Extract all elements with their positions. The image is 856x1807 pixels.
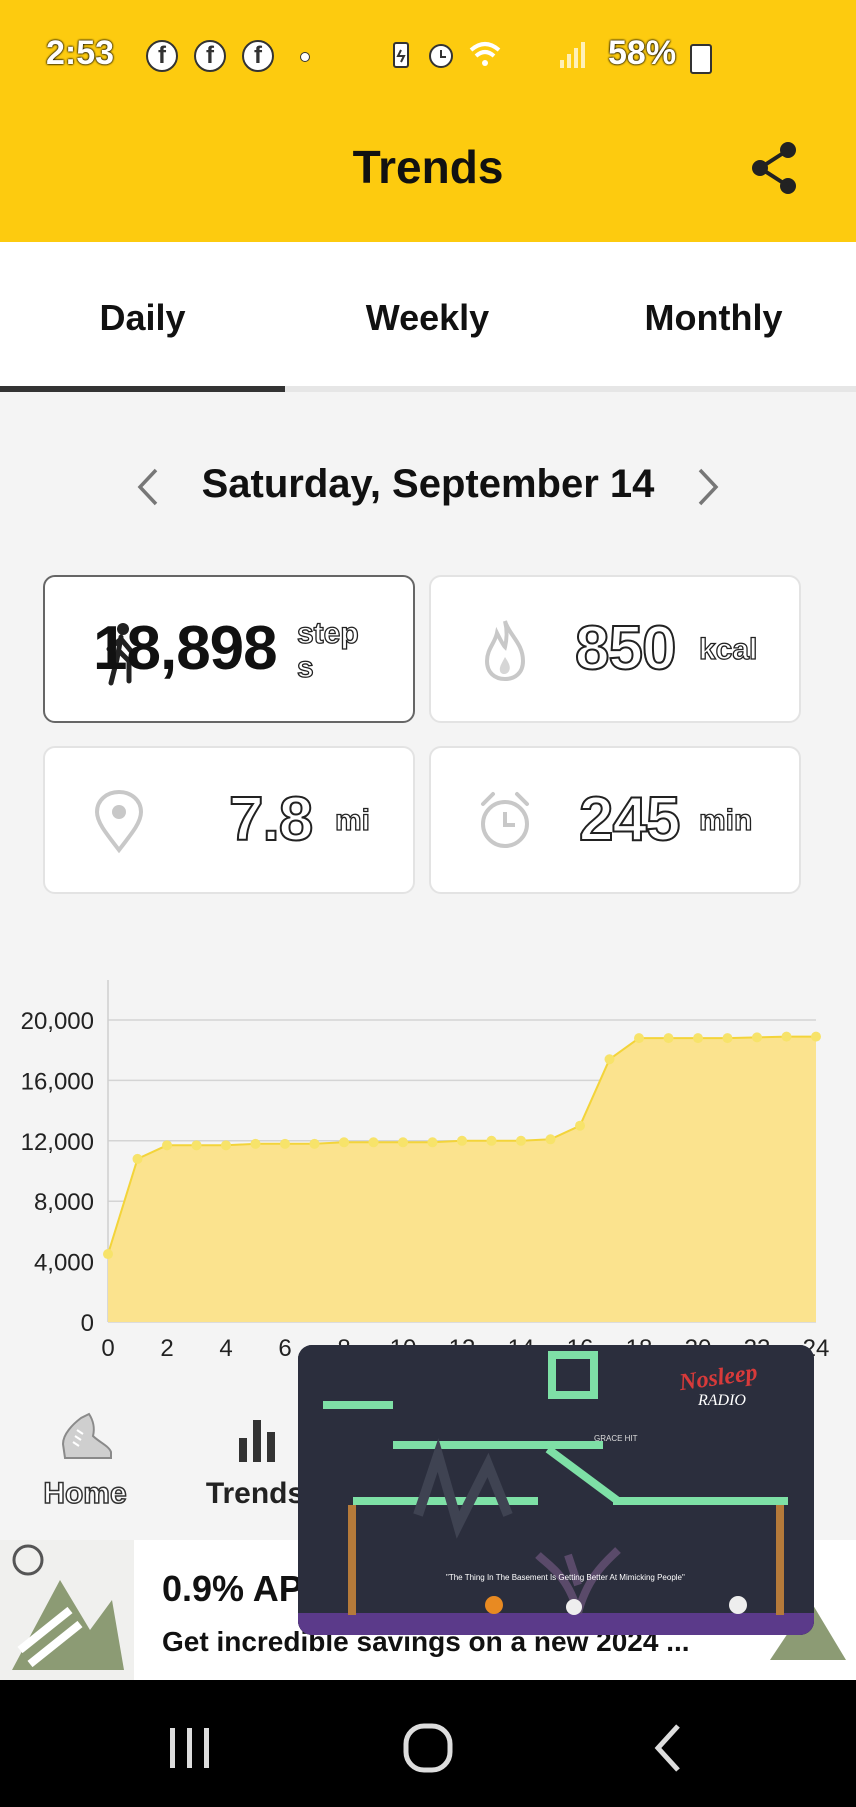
- bar-chart-icon: [239, 1420, 275, 1462]
- chart-point: [545, 1134, 556, 1145]
- steps-value: 18,898: [93, 614, 278, 683]
- svg-text:"The Thing In The Basement Is: "The Thing In The Basement Is Getting Be…: [446, 1573, 685, 1582]
- chart-y-tick-label: 20,000: [21, 1008, 94, 1035]
- wifi-icon: [469, 42, 501, 66]
- distance-value: 7.8: [228, 784, 314, 855]
- chart-point: [250, 1138, 261, 1149]
- tab-monthly[interactable]: Monthly: [571, 297, 856, 339]
- page-title: Trends: [352, 141, 504, 193]
- ad-title: 0.9% AP: [162, 1568, 303, 1609]
- screen: 2:53 f f f 58% Trends Daily Weekly Month…: [0, 0, 856, 1807]
- tab-weekly[interactable]: Weekly: [285, 297, 570, 339]
- chart-point: [103, 1249, 113, 1260]
- chart-y-tick-label: 12,000: [21, 1129, 94, 1156]
- steps-area-chart: 04,0008,00012,00016,00020,000 0246810121…: [21, 980, 829, 1360]
- chart-x-tick-label: 4: [219, 1335, 232, 1360]
- chart-point: [811, 1031, 821, 1042]
- distance-unit: mi: [334, 803, 371, 837]
- svg-text:RADIO: RADIO: [697, 1392, 746, 1409]
- chart-point: [722, 1033, 733, 1044]
- status-bar: 2:53 f f f 58%: [0, 30, 856, 80]
- svg-text:GRACE HIT: GRACE HIT: [594, 1434, 638, 1443]
- battery-saver-icon: [393, 42, 409, 68]
- chart-point: [368, 1137, 379, 1148]
- facebook-icon: f: [242, 40, 274, 72]
- chart-x-tick-label: 6: [278, 1335, 291, 1360]
- location-pin-icon: [94, 789, 144, 854]
- chart-x-tick-label: 2: [160, 1335, 173, 1360]
- distance-card[interactable]: 7.8 mi: [43, 746, 415, 894]
- alarm-icon: [429, 44, 453, 68]
- more-notifications-dot: [300, 52, 310, 62]
- alarm-clock-icon: [481, 792, 529, 848]
- chart-y-tick-label: 8,000: [34, 1189, 94, 1216]
- chart-point: [309, 1138, 320, 1149]
- chart-point: [781, 1031, 792, 1042]
- active-time-card[interactable]: 245 min: [429, 746, 801, 894]
- shoe-icon: [61, 1412, 112, 1459]
- chart-y-tick-label: 4,000: [34, 1250, 94, 1277]
- calories-unit: kcal: [698, 632, 758, 666]
- nav-home-label: Home: [43, 1476, 128, 1511]
- chart-point: [132, 1153, 143, 1164]
- share-icon[interactable]: [748, 140, 800, 196]
- calories-card[interactable]: 850 kcal: [429, 575, 801, 723]
- chart-point: [516, 1135, 526, 1146]
- battery-percent: 58%: [608, 34, 677, 72]
- status-time: 2:53: [46, 34, 115, 72]
- chart-point: [575, 1120, 585, 1131]
- chart-point: [752, 1032, 762, 1043]
- video-frame: Nosleep RADIO GRACE HIT "The Thing In Th…: [298, 1345, 814, 1635]
- chart-point: [221, 1140, 231, 1151]
- chart-point: [162, 1140, 172, 1151]
- chart-point: [457, 1135, 467, 1146]
- chart-point: [663, 1033, 674, 1044]
- home-circle-icon[interactable]: [398, 1718, 458, 1778]
- chart-x-tick-label: 0: [101, 1335, 114, 1360]
- chart-point: [339, 1137, 349, 1148]
- tab-daily[interactable]: Daily: [0, 297, 285, 339]
- steps-unit: step s: [296, 616, 359, 684]
- steps-card[interactable]: 18,898 step s: [43, 575, 415, 723]
- back-icon[interactable]: [640, 1718, 700, 1778]
- chart-point: [634, 1033, 644, 1044]
- tab-indicator: [0, 386, 285, 392]
- battery-icon: [690, 44, 712, 74]
- chart-point: [486, 1135, 497, 1146]
- chart-point: [693, 1033, 703, 1044]
- chart-point: [191, 1140, 202, 1151]
- system-navigation-bar: [0, 1680, 856, 1807]
- flame-icon: [484, 620, 526, 682]
- signal-icon: [560, 42, 585, 68]
- facebook-icon: f: [194, 40, 226, 72]
- active-time-unit: min: [698, 803, 753, 837]
- date-navigation: Saturday, September 14: [0, 440, 856, 530]
- chevron-right-icon[interactable]: [690, 466, 726, 508]
- chart-point: [427, 1137, 438, 1148]
- chart-area-fill: [108, 1036, 816, 1322]
- recents-icon[interactable]: [160, 1718, 220, 1778]
- chart-y-axis: 0 4,000 8,000 12,000 16,000 20,000: [21, 1008, 94, 1337]
- chart-point: [604, 1054, 615, 1065]
- active-time-value: 245: [578, 784, 681, 855]
- ad-logo: [0, 1540, 134, 1680]
- chart-point: [398, 1137, 408, 1148]
- chart-point: [280, 1138, 290, 1149]
- period-tabs: Daily Weekly Monthly: [0, 242, 856, 392]
- app-header: 2:53 f f f 58% Trends: [0, 0, 856, 242]
- chart-y-tick-label: 16,000: [21, 1068, 94, 1095]
- picture-in-picture-video[interactable]: Nosleep RADIO GRACE HIT "The Thing In Th…: [298, 1345, 814, 1635]
- chart-y-tick-label: 0: [81, 1310, 94, 1337]
- facebook-icon: f: [146, 40, 178, 72]
- nav-home[interactable]: Home: [0, 1410, 170, 1511]
- calories-value: 850: [574, 613, 677, 684]
- date-label: Saturday, September 14: [201, 462, 655, 506]
